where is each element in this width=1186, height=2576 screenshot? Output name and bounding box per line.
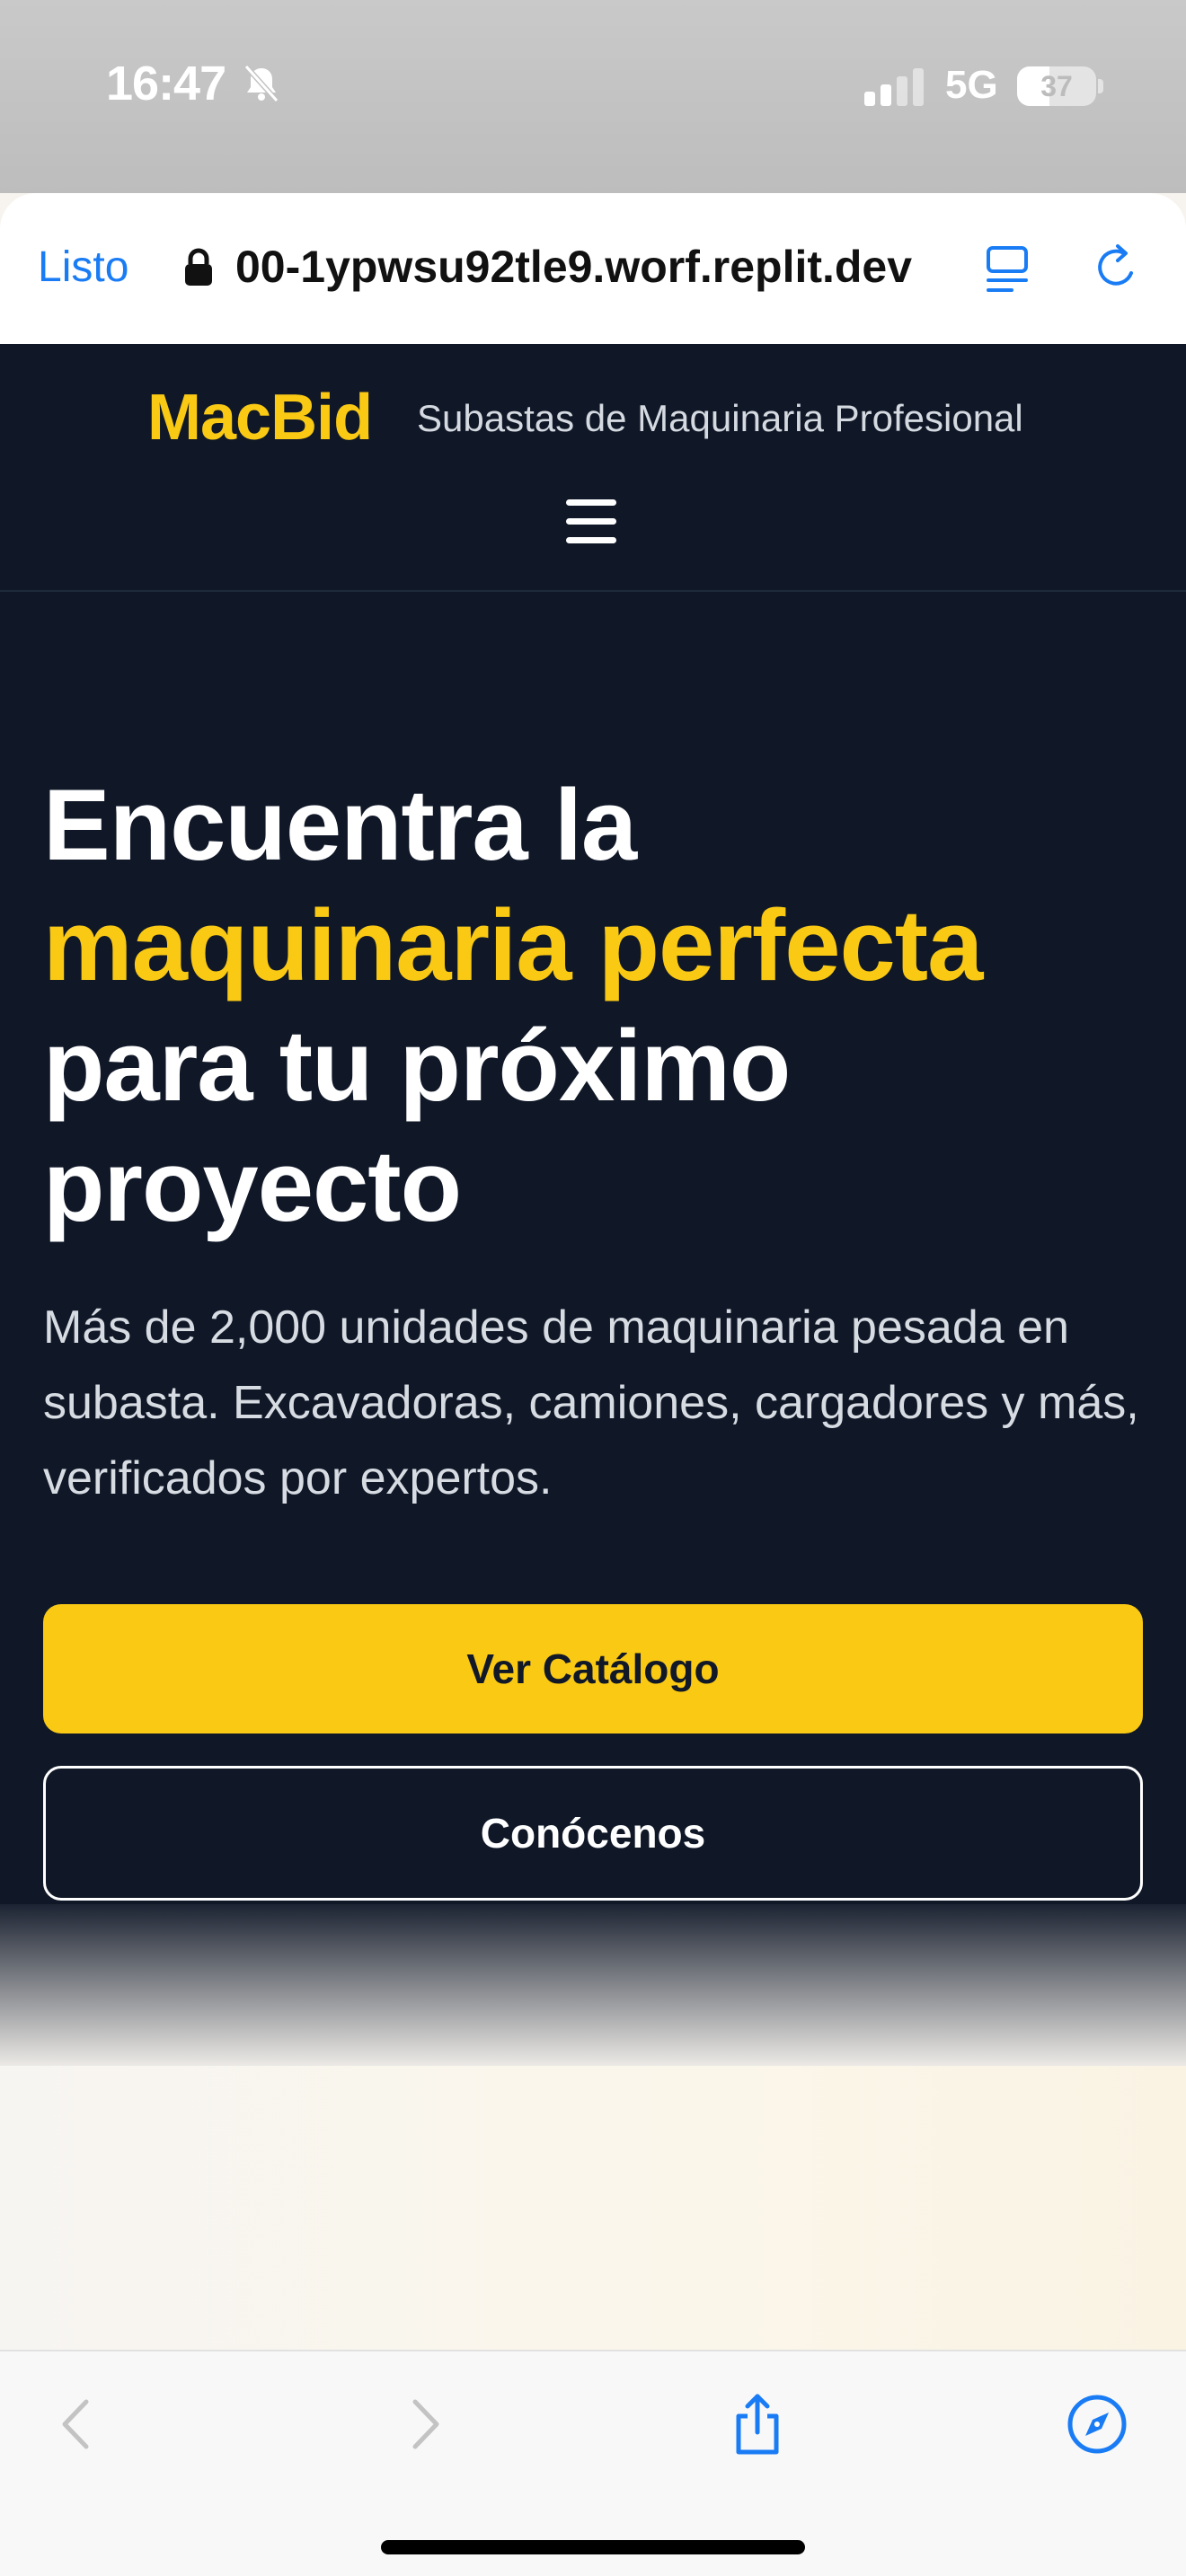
about-us-button[interactable]: Conócenos: [43, 1766, 1143, 1901]
hero-fade: [0, 1895, 1186, 2075]
hero-subtitle: Más de 2,000 unidades de maquinaria pesa…: [43, 1301, 1139, 1504]
url-field[interactable]: 00-1ypwsu92tle9.worf.replit.dev: [235, 241, 912, 293]
screen: 16:47 5G 37 Listo 00-1ypwsu92tle9.worf.r…: [0, 0, 1186, 2576]
page-content-below: [0, 2066, 1186, 2353]
done-button[interactable]: Listo: [38, 243, 128, 292]
compass-icon[interactable]: [1066, 2393, 1128, 2456]
lock-icon: [185, 248, 212, 286]
hero-title-line4: proyecto: [43, 1130, 462, 1242]
status-time: 16:47: [106, 57, 226, 110]
battery-percent: 37: [1040, 70, 1073, 102]
hero-title-line1: Encuentra la: [43, 769, 637, 881]
back-icon[interactable]: [47, 2393, 110, 2456]
reader-icon[interactable]: [985, 244, 1033, 295]
bell-muted-icon: [243, 64, 279, 103]
share-icon[interactable]: [726, 2393, 789, 2456]
network-type: 5G: [945, 63, 998, 107]
home-indicator: [381, 2540, 805, 2554]
view-catalog-button[interactable]: Ver Catálogo: [43, 1604, 1143, 1734]
hero-title-highlight: maquinaria perfecta: [43, 889, 983, 1001]
reload-icon[interactable]: [1091, 241, 1141, 295]
signal-icon: [864, 68, 924, 106]
site-logo[interactable]: MacBid: [147, 381, 373, 454]
hero-title: Encuentra la maquinaria perfecta para tu…: [43, 765, 1157, 1247]
hamburger-menu-icon[interactable]: [566, 499, 616, 543]
forward-icon[interactable]: [392, 2393, 455, 2456]
battery-icon: 37: [1017, 66, 1103, 106]
site-tagline: Subastas de Maquinaria Profesional: [417, 397, 1023, 439]
hero-title-line3: para tu próximo: [43, 1010, 791, 1122]
